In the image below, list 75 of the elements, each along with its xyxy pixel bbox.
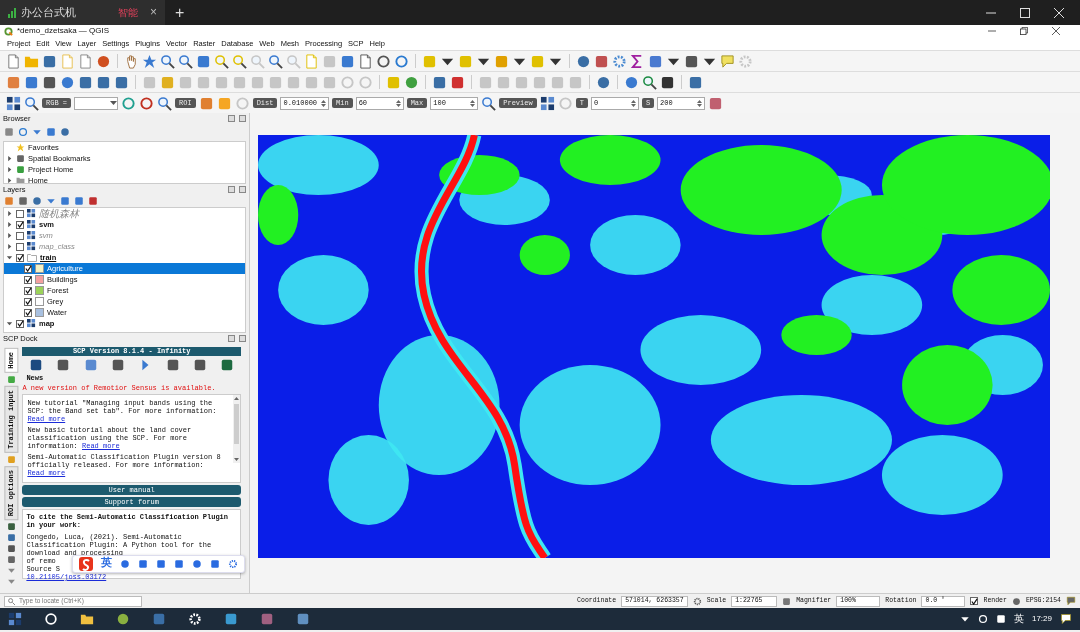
raster-layer-icon (27, 242, 36, 251)
band-combo[interactable] (74, 96, 118, 110)
settings-icon[interactable] (188, 612, 202, 626)
spin-arrows-icon[interactable] (697, 98, 703, 108)
window-title: *demo_dzetsaka — QGIS (17, 26, 110, 36)
caret-icon (110, 100, 117, 106)
render-checkbox[interactable] (970, 597, 979, 605)
gear-icon[interactable] (228, 558, 239, 569)
check-icon (971, 597, 978, 605)
new-tab-button[interactable]: + (165, 2, 195, 23)
clock-time: 17:29 (1031, 614, 1052, 624)
float-button[interactable] (228, 186, 235, 193)
float-button[interactable] (228, 335, 235, 342)
zoom-icon[interactable] (157, 95, 172, 111)
zoom-out-icon[interactable] (178, 53, 193, 69)
tab-label: 智能 (118, 6, 138, 19)
zoom-last-icon[interactable] (268, 53, 283, 69)
checkbox[interactable] (24, 297, 32, 306)
expand-arrow-icon[interactable] (6, 221, 13, 228)
raster-layer-icon (27, 319, 36, 328)
zoom-selection-icon[interactable] (214, 53, 229, 69)
checkbox[interactable] (16, 319, 24, 328)
expand-arrow-icon[interactable] (6, 210, 13, 217)
scrollbar-icon[interactable] (233, 395, 240, 464)
search-icon[interactable] (44, 612, 58, 626)
zoom-icon[interactable] (24, 95, 39, 111)
ime-language[interactable]: 英 (101, 557, 113, 571)
search-icon (8, 597, 15, 605)
gear-icon[interactable] (612, 53, 627, 69)
checkbox[interactable] (16, 242, 24, 251)
file-explorer-icon[interactable] (80, 612, 94, 626)
raster-layer-icon (27, 220, 36, 229)
checkbox[interactable] (24, 308, 32, 317)
layer-row[interactable]: 随机森林 (4, 208, 245, 219)
new-document-icon[interactable] (6, 53, 21, 69)
signal-icon (8, 7, 17, 18)
restore-icon[interactable] (1020, 27, 1028, 35)
checkbox[interactable] (16, 209, 24, 218)
logo-icon[interactable] (79, 556, 94, 571)
checkbox[interactable] (16, 253, 24, 262)
expand-arrow-icon[interactable] (6, 254, 13, 261)
tab-title[interactable]: 办公台式机 (21, 5, 76, 20)
expand-arrow-icon[interactable] (6, 232, 13, 239)
maximize-icon[interactable] (1020, 7, 1030, 18)
checkbox[interactable] (16, 231, 24, 240)
close-button[interactable] (239, 335, 246, 342)
messages-icon[interactable] (1066, 596, 1076, 606)
spin-arrows-icon[interactable] (321, 98, 327, 108)
star-icon[interactable] (16, 143, 25, 153)
hand-icon[interactable] (124, 53, 139, 69)
spin-arrows-icon[interactable] (470, 98, 476, 108)
zoom-in-icon[interactable] (160, 53, 175, 69)
windows-start-icon[interactable] (8, 612, 22, 626)
close-tab-button[interactable]: × (150, 5, 157, 20)
zoom-layer-icon[interactable] (232, 53, 247, 69)
notification-icon[interactable] (1060, 613, 1072, 625)
checkbox[interactable] (16, 220, 24, 229)
expand-arrow-icon[interactable] (6, 243, 13, 250)
zoom-icon[interactable] (481, 95, 497, 111)
check-icon (16, 221, 24, 228)
expand-arrow-icon[interactable] (6, 320, 13, 327)
checkbox[interactable] (24, 275, 32, 284)
close-button[interactable] (239, 186, 246, 193)
ime-indicator[interactable]: 英 (1013, 613, 1024, 625)
raster-layer-icon (27, 209, 36, 218)
checkbox[interactable] (24, 286, 32, 295)
close-icon[interactable] (1052, 27, 1060, 35)
float-button[interactable] (228, 114, 235, 122)
spin-arrows-icon[interactable] (630, 98, 636, 108)
layer-name: 随机森林 (39, 208, 79, 219)
spin-arrows-icon[interactable] (395, 98, 401, 108)
close-button[interactable] (239, 114, 246, 122)
raster-layer-icon (27, 231, 36, 240)
checkbox[interactable] (24, 264, 32, 273)
bookmarks-icon[interactable] (358, 53, 373, 69)
